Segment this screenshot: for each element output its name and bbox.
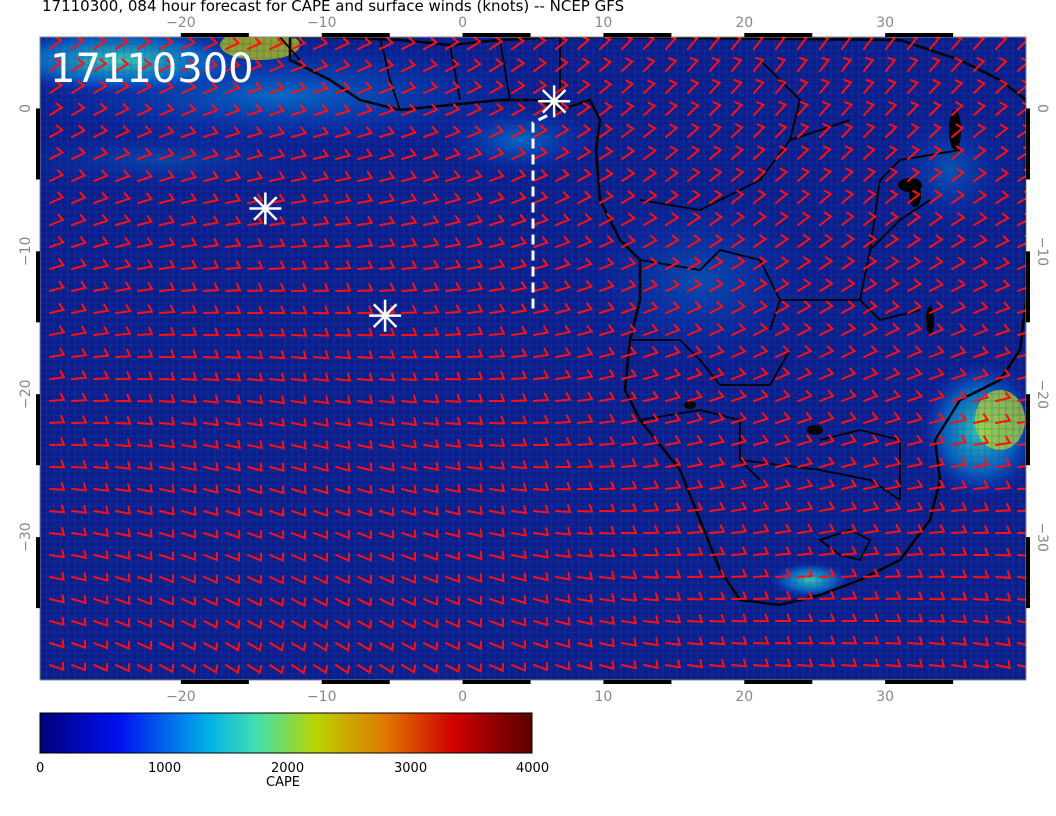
lon-tick-label: 0 (458, 15, 467, 31)
lon-tick-label: 10 (595, 689, 613, 705)
lon-tick-label: −20 (166, 15, 196, 31)
lat-tick-label-right: −20 (1034, 379, 1050, 409)
lon-tick-label: 20 (735, 689, 753, 705)
lon-tick-label: 30 (876, 15, 894, 31)
colorbar-tick-0: 0 (36, 761, 45, 776)
colorbar-tick-2000: 2000 (271, 761, 305, 776)
colorbar-tick-4000: 4000 (516, 761, 550, 776)
asterisk-marker (369, 299, 402, 332)
asterisk-marker (538, 85, 571, 118)
lon-tick-label: 20 (735, 15, 753, 31)
lat-tick-label-left: −30 (18, 522, 34, 552)
lat-tick-label-right: 0 (1034, 104, 1050, 113)
lat-tick-label-left: 0 (18, 104, 34, 113)
lat-tick-label-left: −20 (18, 379, 34, 409)
cape-colorbar (39, 712, 533, 754)
lon-tick-label: −20 (166, 689, 196, 705)
lon-tick-label: 30 (876, 689, 894, 705)
lat-tick-label-right: −10 (1034, 237, 1050, 267)
lon-tick-label: 10 (595, 15, 613, 31)
lat-tick-label-right: −30 (1034, 522, 1050, 552)
colorbar-label: CAPE (266, 775, 301, 790)
colorbar-tick-3000: 3000 (394, 761, 428, 776)
colorbar-tick-1000: 1000 (148, 761, 182, 776)
asterisk-marker (249, 192, 282, 225)
date-stamp: 17110300 (50, 46, 254, 92)
lon-tick-label: −10 (307, 689, 337, 705)
lat-tick-label-left: −10 (18, 237, 34, 267)
lon-tick-label: 0 (458, 689, 467, 705)
lon-tick-label: −10 (307, 15, 337, 31)
cape-wind-map: −20 −20 −10 −10 0 0 10 10 20 20 30 30 0 0 −10 −10 −20 −20… (18, 15, 1050, 754)
